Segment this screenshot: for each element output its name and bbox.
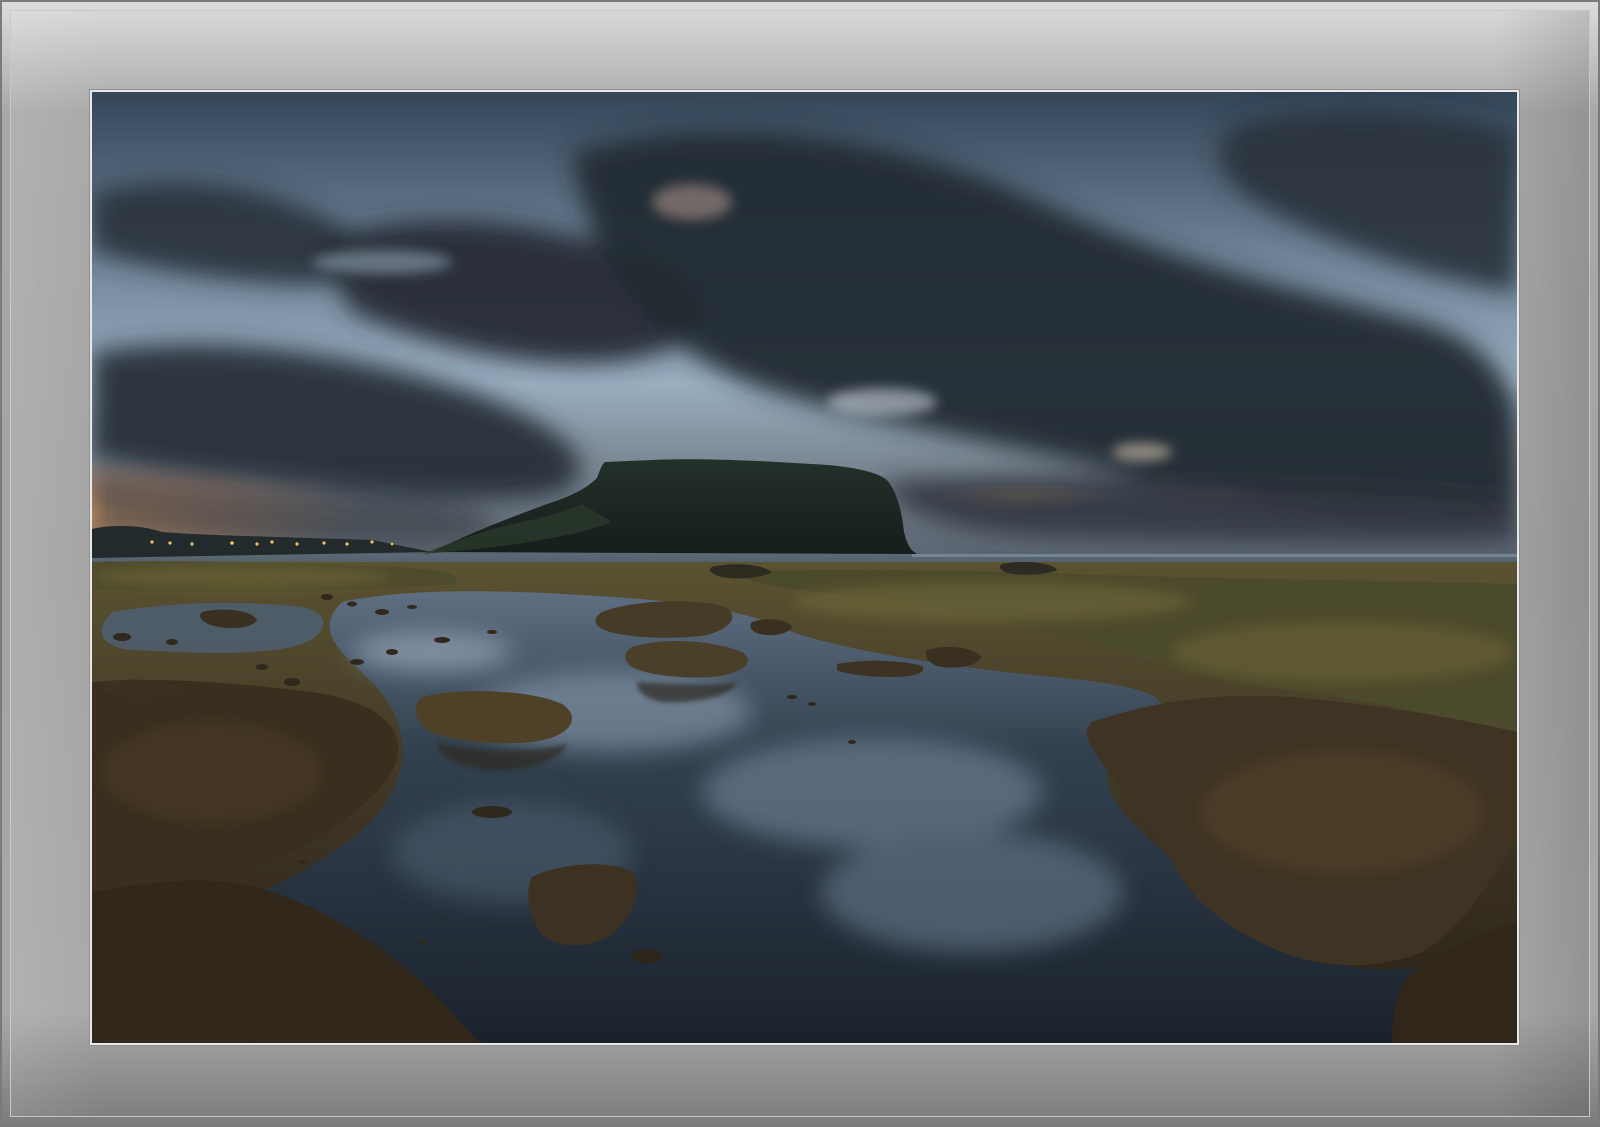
town-light (345, 542, 349, 546)
cloud-highlight (312, 250, 452, 274)
moss (102, 722, 322, 822)
moss (1172, 622, 1512, 682)
stone (472, 806, 512, 818)
stone (808, 702, 816, 706)
stone (166, 639, 178, 645)
moss (92, 565, 392, 589)
stone (113, 633, 131, 641)
town-light (295, 542, 299, 546)
stone (284, 678, 300, 686)
landscape-photo (90, 90, 1519, 1045)
reflection (822, 832, 1122, 952)
picture-frame (0, 0, 1600, 1127)
moss (792, 582, 1192, 622)
town-light (255, 542, 259, 546)
stone (434, 637, 450, 643)
stone (848, 740, 856, 744)
reflection (352, 632, 512, 672)
stone (256, 664, 268, 670)
landscape-scene (92, 92, 1517, 1043)
town-light (168, 541, 172, 545)
town-light (190, 542, 194, 546)
reflection (702, 737, 1042, 847)
stone (298, 860, 306, 864)
town-light (390, 542, 394, 546)
cloud-highlight (1112, 443, 1172, 461)
stone (375, 609, 389, 615)
cloud-highlight (827, 388, 937, 416)
cloud-highlight (652, 184, 732, 220)
stone (407, 605, 417, 609)
stone (487, 630, 497, 634)
moss (1202, 752, 1482, 872)
stone (787, 695, 797, 699)
horizon-highlight (912, 554, 1517, 557)
town-light (370, 540, 374, 544)
stone (350, 659, 364, 665)
stone (321, 594, 333, 600)
town-light (270, 540, 274, 544)
stone (347, 601, 357, 607)
stone (386, 649, 398, 655)
town-light (322, 541, 326, 545)
town-light (230, 541, 234, 545)
stone (418, 940, 426, 944)
town-light (150, 540, 154, 544)
